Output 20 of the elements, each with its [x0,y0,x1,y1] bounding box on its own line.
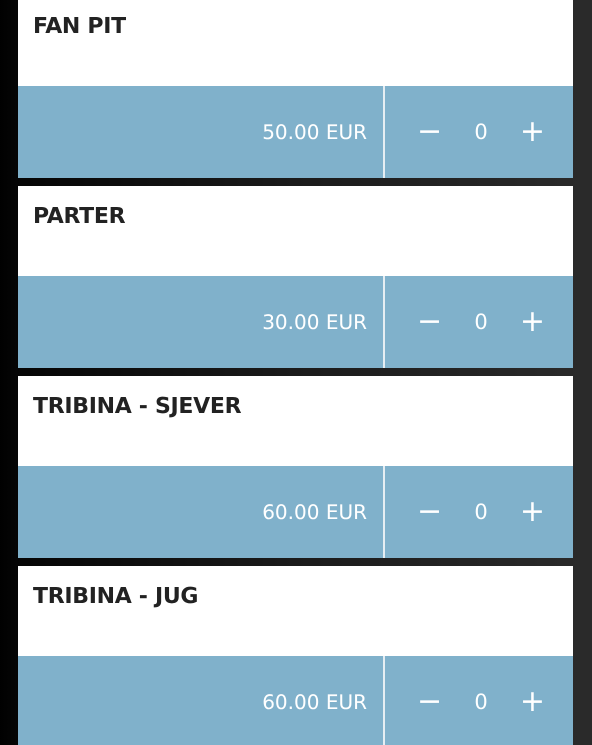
ticket-name: TRIBINA - SJEVER [33,394,242,419]
increase-button[interactable]: + [516,307,549,337]
ticket-name: PARTER [33,204,126,229]
ticket-name: TRIBINA - JUG [33,584,198,609]
quantity-value: 0 [474,310,488,334]
increase-button[interactable]: + [516,117,549,147]
quantity-value: 0 [474,120,488,144]
decrease-button[interactable]: − [413,687,446,717]
decrease-button[interactable]: − [413,307,446,337]
ticket-price: 60.00 EUR [262,690,367,714]
increase-button[interactable]: + [516,497,549,527]
ticket-price: 50.00 EUR [262,120,367,144]
ticket-price: 60.00 EUR [262,500,367,524]
quantity-value: 0 [474,690,488,714]
quantity-value: 0 [474,500,488,524]
increase-button[interactable]: + [516,687,549,717]
ticket-name: FAN PIT [33,14,126,39]
decrease-button[interactable]: − [413,117,446,147]
ticket-price: 30.00 EUR [262,310,367,334]
decrease-button[interactable]: − [413,497,446,527]
